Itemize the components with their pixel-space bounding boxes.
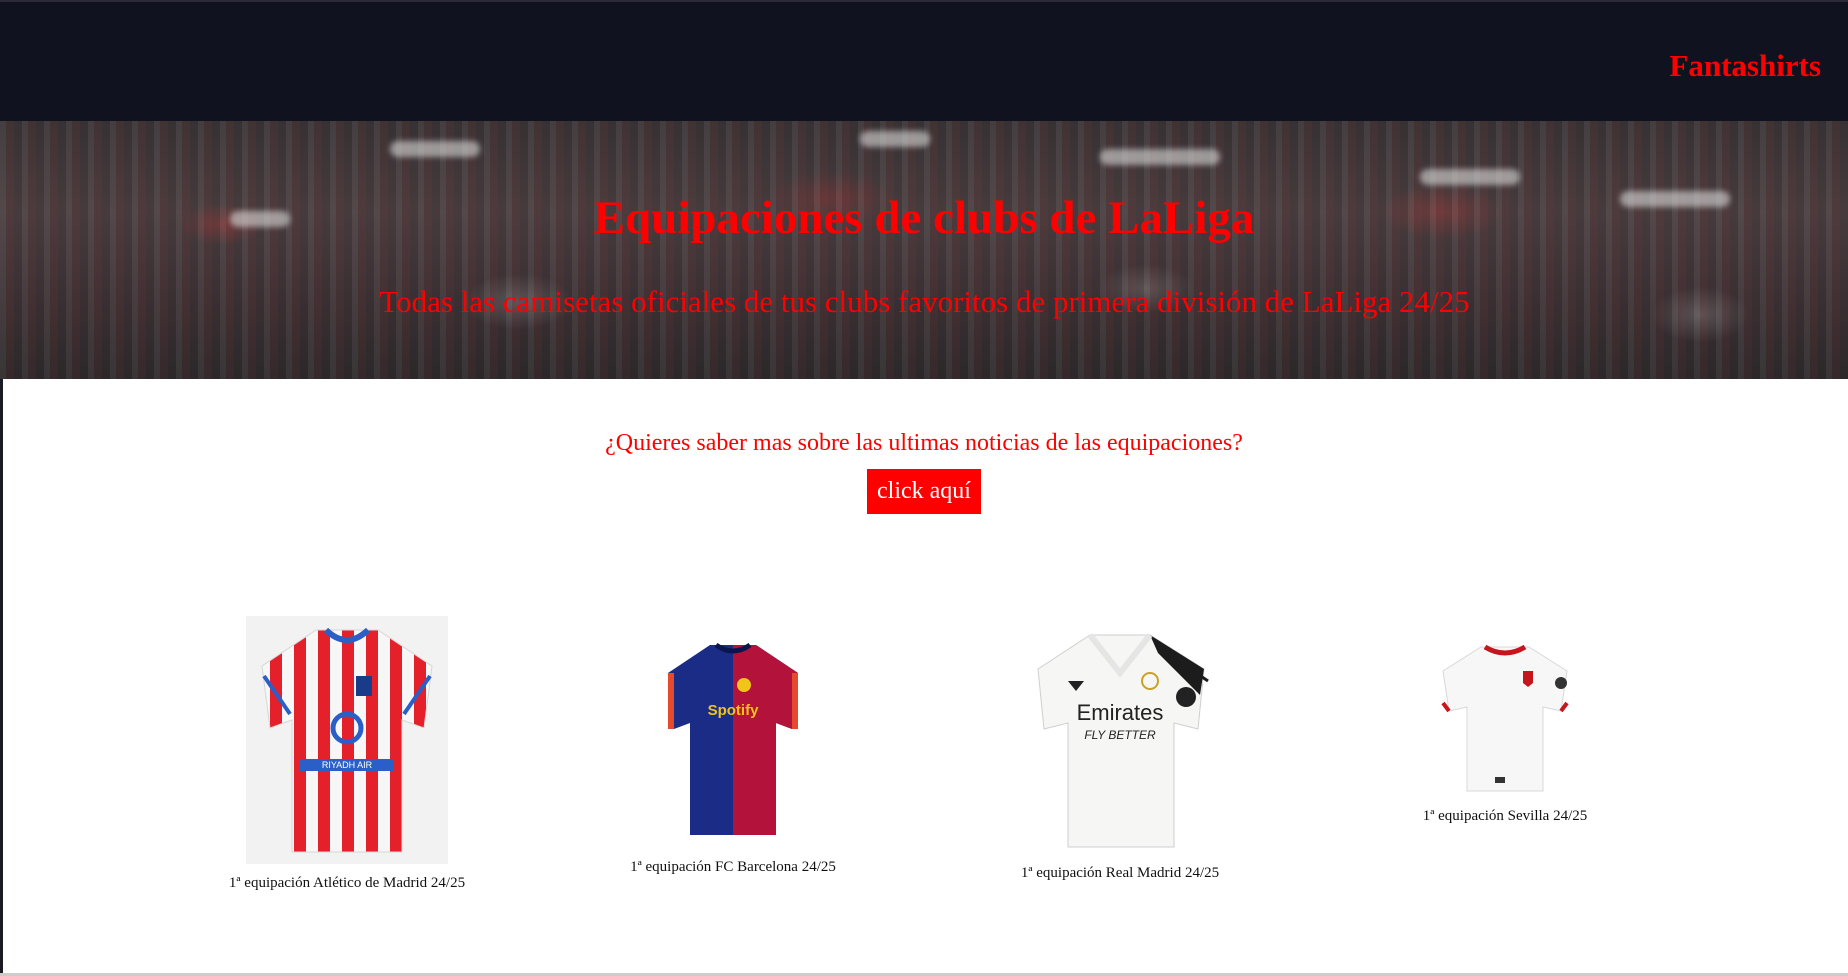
- stadium-crowd-background: [0, 121, 1848, 379]
- product-caption-real-madrid: 1ª equipación Real Madrid 24/25: [1020, 865, 1220, 881]
- atletico-jersey-icon[interactable]: RIYADH AIR: [246, 616, 448, 864]
- real-madrid-jersey-icon[interactable]: Emirates FLY BETTER: [1028, 625, 1213, 854]
- product-caption-barcelona: 1ª equipación FC Barcelona 24/25: [630, 859, 836, 875]
- product-card-barcelona[interactable]: Spotify 1ª equipación FC Barcelona 24/25: [603, 633, 863, 876]
- sevilla-jersey-icon[interactable]: [1435, 641, 1575, 797]
- news-section: ¿Quieres saber mas sobre las ultimas not…: [0, 430, 1848, 514]
- brand-link[interactable]: Fantashirts: [1669, 48, 1821, 84]
- svg-text:Spotify: Spotify: [708, 702, 759, 719]
- product-card-sevilla[interactable]: 1ª equipación Sevilla 24/25: [1390, 641, 1620, 825]
- page-subtitle: Todas las camisetas oficiales de tus clu…: [379, 284, 1470, 319]
- hero-banner: Equipaciones de clubs de LaLiga Todas la…: [0, 121, 1848, 379]
- product-caption-sevilla: 1ª equipación Sevilla 24/25: [1422, 808, 1588, 824]
- svg-text:FLY BETTER: FLY BETTER: [1084, 728, 1156, 742]
- product-card-atletico[interactable]: RIYADH AIR 1ª equipación Atlético de Mad…: [221, 616, 473, 892]
- svg-text:RIYADH AIR: RIYADH AIR: [322, 760, 373, 770]
- news-question: ¿Quieres saber mas sobre las ultimas not…: [605, 430, 1243, 456]
- page-title: Equipaciones de clubs de LaLiga: [593, 192, 1255, 244]
- barcelona-jersey-icon[interactable]: Spotify: [658, 633, 808, 848]
- top-navigation-bar: Fantashirts: [0, 0, 1848, 121]
- product-caption-atletico: 1ª equipación Atlético de Madrid 24/25: [228, 875, 466, 891]
- news-click-button[interactable]: click aquí: [867, 469, 981, 514]
- svg-text:Emirates: Emirates: [1076, 700, 1163, 725]
- product-card-real-madrid[interactable]: Emirates FLY BETTER 1ª equipación Real M…: [1000, 625, 1240, 882]
